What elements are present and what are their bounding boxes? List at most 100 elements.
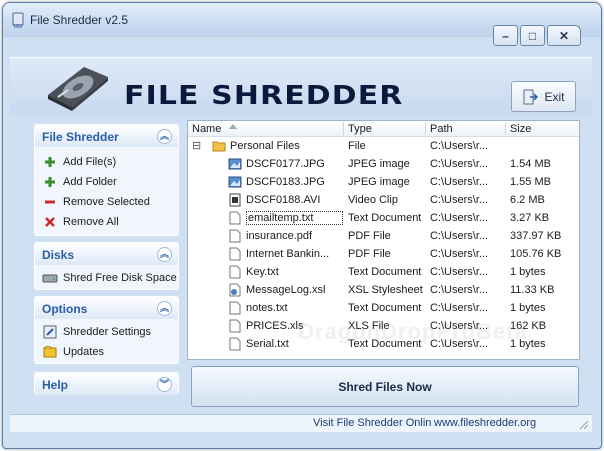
tree-collapse-toggle[interactable]: ⊟ — [192, 139, 201, 152]
shred-files-now-button[interactable]: Shred Files Now — [191, 366, 579, 407]
exit-button[interactable]: Exit — [511, 81, 576, 112]
options-group-header[interactable]: Options ︽ — [35, 297, 178, 319]
minimize-button[interactable]: – — [493, 25, 518, 46]
collapse-chevron-icon[interactable]: ︽ — [157, 129, 172, 144]
folder-icon — [212, 139, 226, 155]
file-size: 1.55 MB — [510, 176, 551, 188]
window-title: File Shredder v2.5 — [30, 13, 129, 27]
file-row[interactable]: DSCF0188.AVI Video Clip C:\Users\r... 6.2 M… — [188, 192, 579, 210]
header-banner: FILE SHREDDER — [10, 57, 592, 115]
exit-icon — [523, 89, 539, 104]
file-type: Text Document — [348, 212, 422, 224]
visit-online-link[interactable]: Visit File Shredder Onlin — [313, 417, 431, 429]
close-button[interactable]: ✕ — [547, 25, 581, 46]
help-group-header[interactable]: Help ︾ — [35, 373, 178, 395]
file-path: C:\Users\r... — [430, 266, 489, 278]
file-name: Internet Bankin... — [246, 248, 330, 260]
file-size: 11.33 KB — [510, 284, 555, 296]
file-row[interactable]: notes.txt Text Document C:\Users\r... 1 byt… — [188, 300, 579, 318]
image-file-icon — [228, 175, 242, 191]
file-path: C:\Users\r... — [430, 248, 489, 260]
blank-file-icon — [228, 337, 242, 353]
file-name: DSCF0183.JPG — [246, 176, 325, 188]
expand-chevron-icon[interactable]: ︾ — [157, 377, 172, 392]
file-path: C:\Users\r... — [430, 158, 489, 170]
file-size: 3.27 KB — [510, 212, 550, 224]
column-header-size[interactable]: Size — [510, 123, 531, 137]
sidebar-item-label: Remove All — [63, 216, 119, 228]
minus-icon — [42, 194, 58, 210]
sidebar-item-remove-all[interactable]: Remove All — [42, 213, 119, 231]
file-type: File — [348, 140, 366, 152]
sidebar-item-add-files[interactable]: Add File(s) — [42, 153, 116, 171]
file-row[interactable]: emailtemp.txt Text Document C:\Users\r... 3… — [188, 210, 579, 228]
folder-row[interactable]: ⊟ Personal Files File C:\Users\r... — [188, 138, 579, 156]
file-name: insurance.pdf — [246, 230, 313, 242]
image-file-icon — [228, 157, 242, 173]
exit-label: Exit — [544, 89, 565, 104]
file-name: Key.txt — [246, 266, 279, 278]
column-header-path[interactable]: Path — [430, 123, 453, 137]
plus-icon — [42, 154, 58, 170]
file-size: 105.76 KB — [510, 248, 562, 260]
sidebar-item-add-folder[interactable]: Add Folder — [42, 173, 117, 191]
options-group-title: Options — [42, 302, 88, 316]
collapse-chevron-icon[interactable]: ︽ — [157, 301, 172, 316]
column-header-name[interactable]: Name — [192, 123, 221, 137]
blank-file-icon — [228, 229, 242, 245]
file-name: DSCF0188.AVI — [246, 194, 321, 206]
file-type: XSL Stylesheet — [348, 284, 423, 296]
sidebar-item-label: Shredder Settings — [63, 326, 152, 338]
x-icon — [42, 214, 58, 230]
file-name: Personal Files — [230, 140, 300, 152]
column-divider[interactable] — [505, 122, 506, 135]
file-type: JPEG image — [348, 158, 410, 170]
website-link[interactable]: www.fileshredder.org — [434, 417, 536, 429]
file-size: 1 bytes — [510, 302, 546, 314]
column-header-type[interactable]: Type — [348, 123, 372, 137]
sidebar-item-label: Shred Free Disk Space — [63, 272, 177, 284]
file-row[interactable]: DSCF0183.JPG JPEG image C:\Users\r... 1.55 … — [188, 174, 579, 192]
text-file-icon — [228, 211, 242, 227]
watermark-text: DragonDropProBeta — [298, 319, 528, 344]
file-row[interactable]: Internet Bankin... PDF File C:\Users\r... 1… — [188, 246, 579, 264]
updates-icon — [42, 344, 58, 360]
sidebar-item-label: Add File(s) — [63, 156, 117, 168]
file-path: C:\Users\r... — [430, 284, 489, 296]
sidebar-item-remove-selected[interactable]: Remove Selected — [42, 193, 150, 211]
app-logo-text: FILE SHREDDER — [124, 81, 404, 111]
options-group: Options ︽ Shredder Settings Updates — [34, 296, 179, 364]
file-shredder-group-header[interactable]: File Shredder ︽ — [35, 125, 178, 147]
file-path: C:\Users\r... — [430, 194, 489, 206]
column-divider[interactable] — [425, 122, 426, 135]
maximize-button[interactable]: □ — [520, 25, 545, 46]
file-path: C:\Users\r... — [430, 212, 489, 224]
xsl-file-icon — [228, 283, 242, 299]
file-row[interactable]: MessageLog.xsl XSL Stylesheet C:\Users\r..… — [188, 282, 579, 300]
sidebar-item-updates[interactable]: Updates — [42, 343, 104, 361]
disks-group-header[interactable]: Disks ︽ — [35, 243, 178, 265]
file-row[interactable]: DSCF0177.JPG JPEG image C:\Users\r... 1.54 … — [188, 156, 579, 174]
resize-grip-icon[interactable] — [579, 420, 589, 430]
collapse-chevron-icon[interactable]: ︽ — [157, 247, 172, 262]
status-bar: Visit File Shredder Onlin www.fileshredd… — [10, 414, 592, 432]
settings-icon — [42, 324, 58, 340]
sidebar-item-shred-free-disk-space[interactable]: Shred Free Disk Space — [42, 269, 177, 287]
column-divider[interactable] — [343, 122, 344, 135]
blank-file-icon — [228, 247, 242, 263]
file-row[interactable]: insurance.pdf PDF File C:\Users\r... 337.97… — [188, 228, 579, 246]
blank-file-icon — [228, 319, 242, 335]
file-type: JPEG image — [348, 176, 410, 188]
video-file-icon — [228, 193, 242, 209]
file-path: C:\Users\r... — [430, 176, 489, 188]
file-list[interactable]: Name Type Path Size ⊟ Personal Files File C… — [187, 120, 580, 360]
disks-group-title: Disks — [42, 248, 75, 262]
file-type: Text Document — [348, 266, 422, 278]
file-path: C:\Users\r... — [430, 140, 489, 152]
hard-drive-logo-icon — [48, 67, 108, 111]
file-row[interactable]: Key.txt Text Document C:\Users\r... 1 bytes — [188, 264, 579, 282]
file-type: PDF File — [348, 248, 391, 260]
sidebar-item-shredder-settings[interactable]: Shredder Settings — [42, 323, 151, 341]
plus-icon — [42, 174, 58, 190]
app-icon — [12, 12, 24, 28]
